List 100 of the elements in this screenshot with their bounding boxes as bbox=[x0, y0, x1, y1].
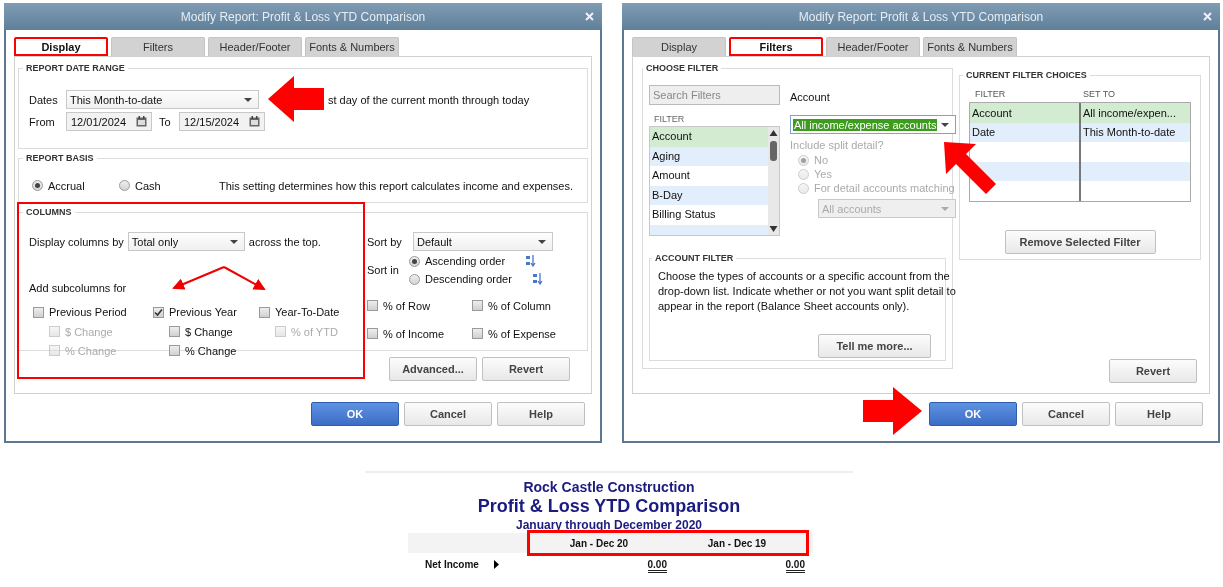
tab[interactable]: Header/Footer bbox=[826, 37, 920, 56]
checkbox-label: % of YTD bbox=[291, 325, 338, 338]
table-cell-text: All income/expen... bbox=[1082, 105, 1177, 121]
radio-label: No bbox=[814, 154, 829, 166]
checkbox[interactable] bbox=[259, 306, 270, 318]
dropdown[interactable]: Default bbox=[413, 232, 553, 251]
window-title: Modify Report: Profit & Loss YTD Comparison bbox=[798, 9, 1044, 24]
radio-button[interactable] bbox=[798, 154, 809, 166]
group-heading: CHOOSE FILTER bbox=[645, 63, 720, 73]
caret-icon bbox=[941, 122, 949, 127]
report-subtitle: January through December 2020 bbox=[514, 518, 704, 532]
checkbox-label: % of Row bbox=[383, 299, 431, 312]
row-label: Net Income bbox=[425, 558, 480, 570]
calendar-icon[interactable] bbox=[249, 116, 260, 127]
checkbox-label: Previous Period bbox=[49, 306, 127, 318]
button[interactable]: Advanced... bbox=[389, 357, 477, 381]
tab[interactable]: Fonts & Numbers bbox=[923, 37, 1017, 56]
section-label: Add subcolumns for bbox=[29, 282, 128, 296]
description-text: st day of the current month through today bbox=[328, 93, 530, 106]
radio-button[interactable] bbox=[32, 180, 43, 191]
radio-button[interactable] bbox=[798, 168, 809, 180]
expand-icon[interactable] bbox=[494, 559, 499, 569]
window-title: Modify Report: Profit & Loss YTD Comparison bbox=[180, 9, 426, 24]
radio-button[interactable] bbox=[798, 182, 809, 194]
tab[interactable]: Filters bbox=[111, 37, 205, 56]
radio-label: Cash bbox=[135, 179, 161, 192]
company-name: Rock Castle Construction bbox=[522, 479, 696, 495]
close-icon[interactable] bbox=[585, 12, 594, 21]
dropdown[interactable]: All income/expense accounts bbox=[790, 115, 956, 134]
caret-icon bbox=[538, 239, 546, 244]
annotation-arrow bbox=[863, 387, 922, 435]
field-label: across the top. bbox=[248, 235, 321, 248]
group-heading: CURRENT FILTER CHOICES bbox=[965, 70, 1088, 80]
radio-label: Yes bbox=[814, 168, 832, 180]
close-icon[interactable] bbox=[1203, 12, 1212, 21]
field-label: Sort by bbox=[367, 235, 403, 248]
caret-icon bbox=[244, 97, 252, 102]
checkbox-label: % of Column bbox=[488, 299, 551, 312]
group-heading: REPORT DATE RANGE bbox=[25, 63, 126, 73]
tab[interactable]: Header/Footer bbox=[208, 37, 302, 56]
list-item[interactable]: Account bbox=[650, 127, 768, 147]
column-header: Jan - Dec 20 bbox=[568, 537, 630, 549]
field-label: Account bbox=[790, 91, 831, 105]
sort-icon bbox=[532, 273, 543, 285]
annotation-arrow bbox=[268, 76, 324, 122]
caret-icon bbox=[229, 239, 238, 244]
date-field[interactable]: 12/15/2024 bbox=[179, 112, 265, 131]
column-heading: FILTER bbox=[654, 114, 686, 124]
list-item[interactable]: B-Day bbox=[650, 185, 768, 205]
radio-button[interactable] bbox=[409, 255, 420, 267]
button[interactable]: Cancel bbox=[404, 402, 492, 426]
calendar-icon[interactable] bbox=[136, 116, 147, 127]
checkbox[interactable] bbox=[472, 328, 483, 339]
scrollbar[interactable] bbox=[768, 127, 779, 235]
help-text: Choose the types of accounts or a specific account from the drop-down list. Indicate whether or not you want split detail to appear in the report (Balance Sheet accounts only). bbox=[658, 269, 957, 314]
table-cell: Date bbox=[970, 122, 1081, 142]
checkbox-label: % of Expense bbox=[488, 327, 556, 340]
table-cell-text: This Month-to-date bbox=[1082, 125, 1177, 141]
dropdown[interactable]: Total only bbox=[127, 232, 245, 251]
button[interactable]: Revert bbox=[482, 357, 570, 381]
checkbox[interactable] bbox=[472, 300, 483, 311]
button[interactable]: Cancel bbox=[1022, 402, 1110, 426]
checkbox[interactable] bbox=[367, 328, 378, 339]
column-heading: FILTER bbox=[974, 89, 1007, 99]
radio-button[interactable] bbox=[409, 273, 420, 285]
button[interactable]: Tell me more... bbox=[818, 334, 931, 358]
tab[interactable]: Fonts & Numbers bbox=[305, 37, 399, 56]
button[interactable]: Help bbox=[497, 402, 585, 426]
button[interactable]: Help bbox=[1115, 402, 1203, 426]
checkbox-label: % of Income bbox=[383, 327, 445, 340]
checkbox[interactable] bbox=[169, 326, 180, 337]
field-label: Include split detail? bbox=[790, 139, 885, 151]
checkbox-label: $ Change bbox=[65, 325, 113, 338]
list-item[interactable]: Aging bbox=[650, 146, 768, 166]
button[interactable]: OK bbox=[929, 402, 1017, 426]
group-heading: REPORT BASIS bbox=[25, 153, 95, 163]
button[interactable]: OK bbox=[311, 402, 399, 426]
checkbox-label: % Change bbox=[65, 344, 117, 357]
checkbox[interactable] bbox=[367, 300, 378, 311]
note-text: This setting determines how this report calculates income and expenses. bbox=[219, 179, 573, 192]
table-row[interactable]: Date This Month-to-date bbox=[970, 122, 1190, 142]
column-header: Jan - Dec 19 bbox=[706, 537, 768, 549]
caret-icon bbox=[941, 206, 949, 211]
table-row[interactable]: Account All income/expen... bbox=[970, 103, 1190, 123]
column-heading: SET TO bbox=[1082, 89, 1116, 99]
checkbox-label: $ Change bbox=[185, 325, 233, 338]
checkbox[interactable] bbox=[33, 306, 44, 318]
amount: 0.00 bbox=[647, 558, 667, 573]
button[interactable]: Revert bbox=[1109, 359, 1197, 383]
tab[interactable]: Display bbox=[14, 37, 108, 56]
search-field[interactable]: Search Filters bbox=[649, 85, 780, 105]
checkbox[interactable] bbox=[153, 306, 164, 318]
sort-icon bbox=[526, 255, 537, 267]
checkbox[interactable] bbox=[169, 345, 180, 356]
button[interactable]: Remove Selected Filter bbox=[1004, 229, 1156, 254]
dropdown[interactable]: This Month-to-date bbox=[66, 90, 259, 109]
date-field[interactable]: 12/01/2024 bbox=[66, 112, 152, 131]
tab[interactable]: Display bbox=[632, 37, 726, 56]
tab[interactable]: Filters bbox=[729, 37, 823, 56]
radio-button[interactable] bbox=[119, 180, 130, 191]
